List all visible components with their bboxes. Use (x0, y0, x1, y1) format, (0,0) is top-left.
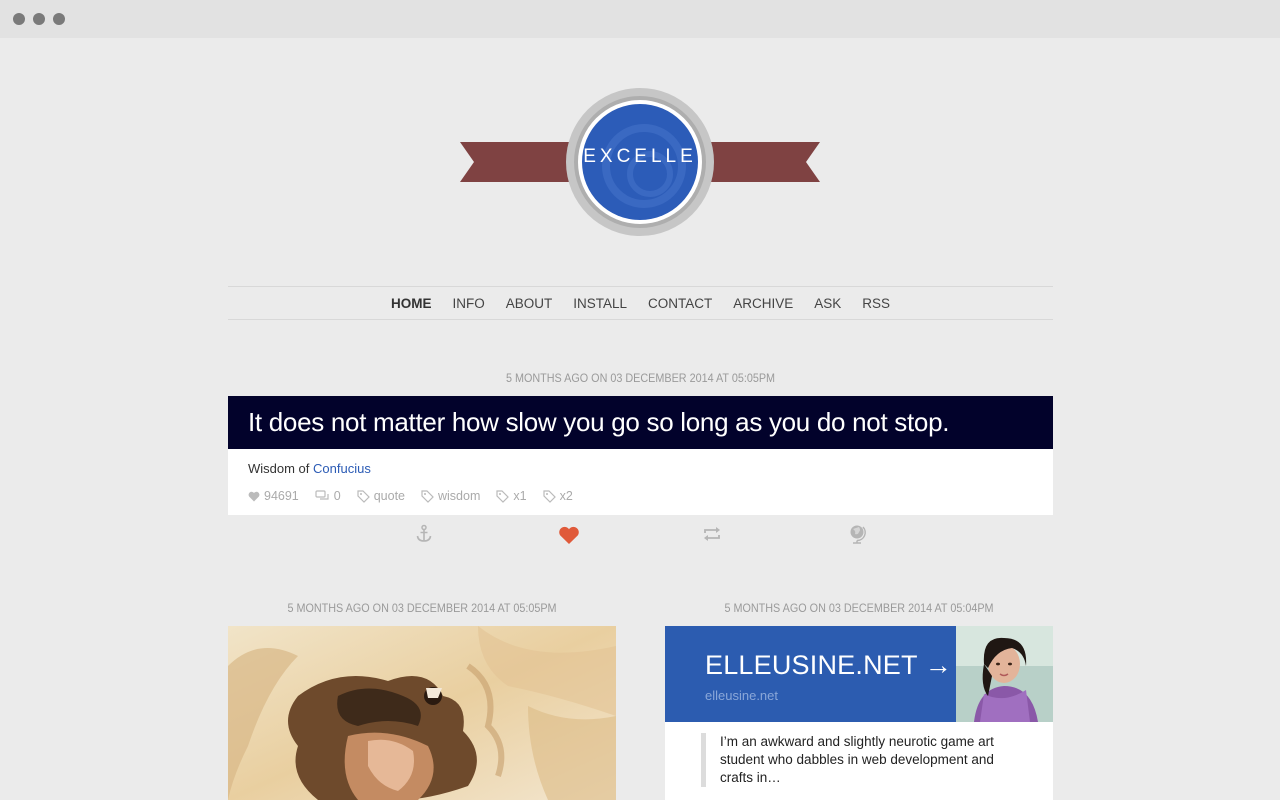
tag-icon (496, 489, 510, 503)
reblog-icon[interactable] (702, 526, 722, 547)
window-titlebar (0, 0, 1280, 38)
quote-text: It does not matter how slow you go so lo… (228, 396, 1053, 449)
tag-x1[interactable]: x1 (496, 489, 527, 503)
nav-home[interactable]: HOME (391, 296, 432, 311)
notes-count[interactable]: 94691 (248, 489, 299, 503)
permalink-anchor-icon[interactable] (416, 524, 432, 549)
nav-install[interactable]: INSTALL (573, 296, 627, 311)
link-thumbnail (956, 626, 1053, 722)
tag-icon (542, 489, 556, 503)
post-actions (228, 524, 1053, 548)
quote-source: Wisdom of Confucius (248, 461, 371, 476)
main-nav: HOME INFO ABOUT INSTALL CONTACT ARCHIVE … (228, 286, 1053, 320)
logo-text: EXCELLE (583, 146, 697, 167)
window-minimize-button[interactable] (33, 13, 45, 25)
quote-source-prefix: Wisdom of (248, 461, 314, 476)
photo-post-image[interactable] (228, 626, 616, 800)
nav-info[interactable]: INFO (452, 296, 484, 311)
link-url: elleusine.net (705, 688, 778, 703)
tag-quote[interactable]: quote (357, 489, 405, 503)
link-excerpt: I’m an awkward and slightly neurotic gam… (701, 733, 1021, 787)
tag-icon (357, 489, 370, 503)
post-timestamp[interactable]: 5 MONTHS AGO ON 03 DECEMBER 2014 AT 05:0… (269, 371, 1012, 385)
tag-icon (421, 489, 434, 503)
nav-ask[interactable]: ASK (814, 296, 841, 311)
tag-x2[interactable]: x2 (542, 489, 573, 503)
post-timestamp[interactable]: 5 MONTHS AGO ON 03 DECEMBER 2014 AT 05:0… (247, 601, 596, 615)
post-meta-row: 94691 0 quote wisdom x1 x2 (248, 489, 589, 503)
nav-about[interactable]: ABOUT (506, 296, 553, 311)
share-globe-icon[interactable] (849, 524, 867, 549)
window-close-button[interactable] (13, 13, 25, 25)
nav-archive[interactable]: ARCHIVE (733, 296, 793, 311)
quote-source-link[interactable]: Confucius (313, 461, 371, 476)
like-heart-icon[interactable] (558, 526, 580, 550)
link-post: ELLEUSINE.NET → elleusine.net I’m an awk… (665, 626, 1053, 800)
link-title[interactable]: ELLEUSINE.NET → (705, 650, 952, 681)
tag-wisdom[interactable]: wisdom (421, 489, 480, 503)
comment-icon (315, 490, 329, 500)
post-timestamp[interactable]: 5 MONTHS AGO ON 03 DECEMBER 2014 AT 05:0… (684, 601, 1033, 615)
nav-contact[interactable]: CONTACT (648, 296, 712, 311)
nav-rss[interactable]: RSS (862, 296, 890, 311)
comments-count[interactable]: 0 (315, 489, 341, 503)
quote-footer: Wisdom of Confucius 94691 0 quote wisdom… (228, 449, 1053, 515)
site-logo[interactable]: EXCELLE (458, 86, 822, 238)
link-header[interactable]: ELLEUSINE.NET → elleusine.net (665, 626, 956, 722)
window-maximize-button[interactable] (53, 13, 65, 25)
heart-small-icon (248, 491, 260, 501)
